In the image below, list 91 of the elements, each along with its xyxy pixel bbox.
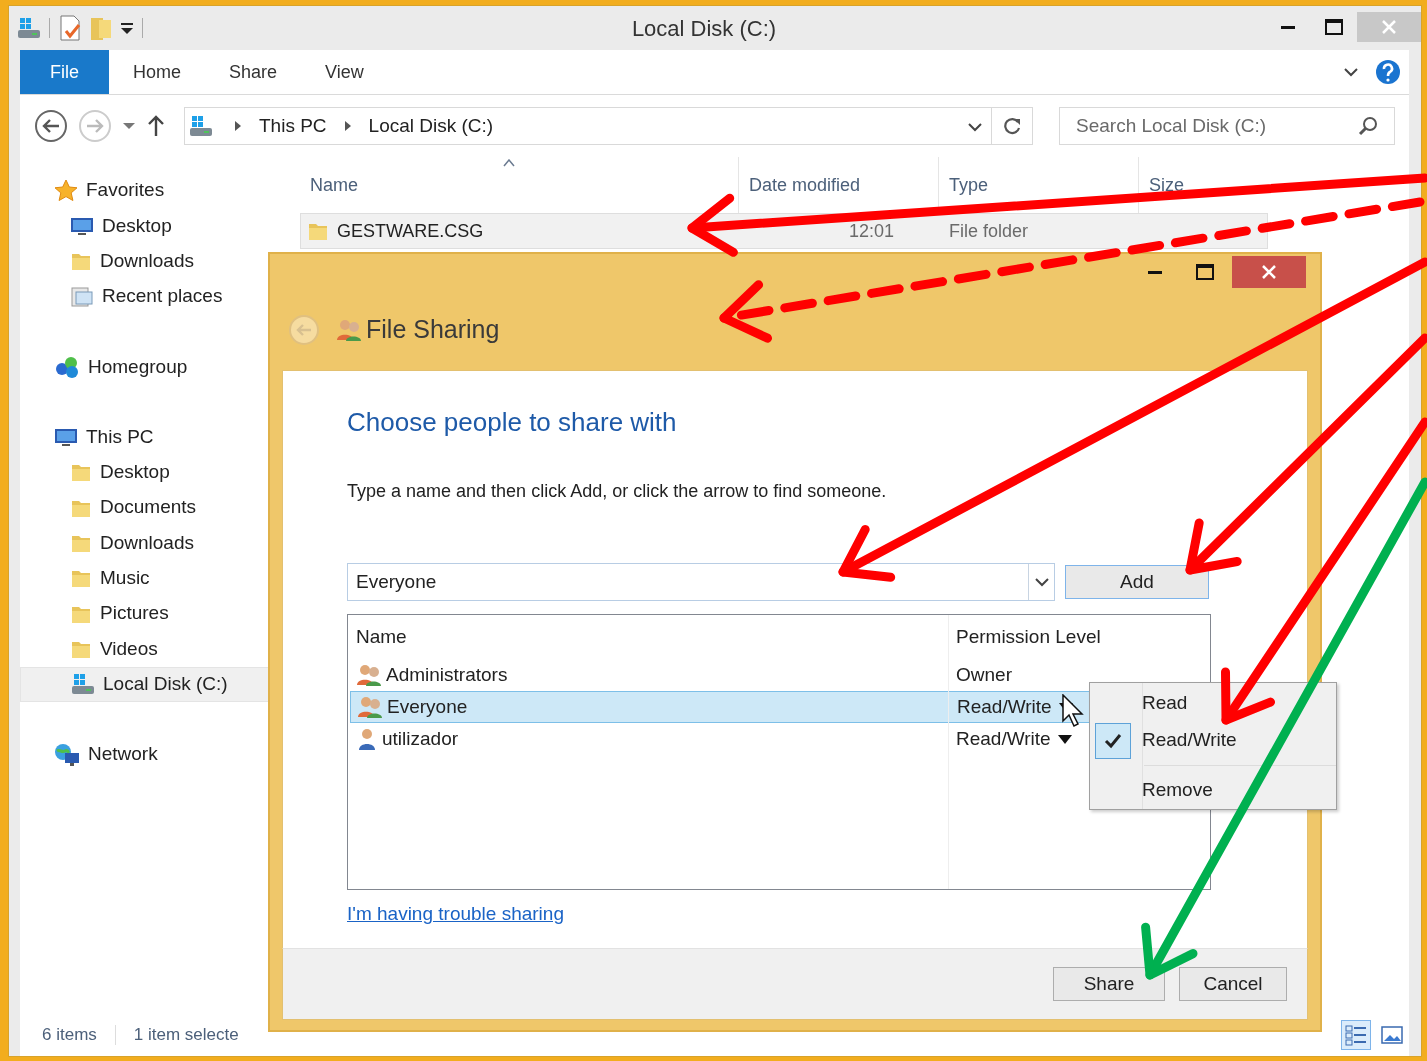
chevron-right-icon (342, 120, 353, 132)
minimize-icon (1148, 270, 1162, 274)
column-header[interactable]: Size (1149, 171, 1184, 199)
search-field[interactable]: Search Local Disk (C:) (1059, 107, 1395, 145)
maximize-icon (1325, 19, 1343, 35)
view-button[interactable] (1341, 1020, 1371, 1050)
sidebar-item[interactable]: Music (20, 560, 270, 596)
permission-row[interactable]: Everyone Read/Write (350, 691, 1092, 724)
sidebar-item[interactable]: Local Disk (C:) (20, 666, 270, 702)
thumbnail-view-icon (1380, 1025, 1404, 1045)
instruction-text: Type a name and then click Add, or click the arrow to find someone. (347, 480, 888, 504)
close-icon (1381, 19, 1397, 35)
up-arrow-icon[interactable] (146, 114, 166, 138)
back-icon[interactable] (34, 109, 68, 143)
menu-item[interactable]: Read/Write (1090, 722, 1336, 759)
ribbon-tab[interactable]: Share (205, 50, 302, 94)
chevron-right-icon (233, 120, 243, 132)
dropdown-icon[interactable] (120, 21, 134, 35)
help-icon[interactable] (1375, 59, 1401, 85)
add-button[interactable]: Add (1065, 565, 1209, 600)
people-icon (357, 695, 383, 720)
dialog-heading: Choose people to share with (347, 407, 678, 439)
ribbon-tab[interactable]: Home (109, 50, 206, 94)
close-icon (1261, 264, 1277, 280)
sidebar-item[interactable]: Downloads (20, 243, 270, 279)
search-icon (1358, 116, 1378, 136)
sidebar-item[interactable]: Desktop (20, 454, 270, 491)
dialog-button[interactable]: Cancel (1179, 967, 1287, 1001)
permission-level: Read/Write (957, 694, 1052, 719)
selection-count: 1 item selecte (133, 1024, 239, 1047)
user-name: utilizador (382, 726, 459, 751)
drive-icon (189, 115, 213, 137)
breadcrumb-item[interactable]: Local Disk (C:) (368, 111, 494, 141)
sidebar-item[interactable]: Documents (20, 490, 270, 526)
ribbon-tab[interactable]: View (301, 50, 388, 94)
menu-item[interactable]: Remove (1090, 772, 1336, 809)
mouse-cursor-icon (1062, 694, 1084, 728)
column-header[interactable]: Name (310, 171, 358, 199)
dialog-title: File Sharing (366, 314, 500, 346)
expand-ribbon-icon (1343, 66, 1359, 78)
column-header[interactable]: Date modified (749, 171, 861, 199)
drive-icon (71, 673, 95, 696)
close-button[interactable] (1232, 256, 1306, 288)
breadcrumb-item[interactable]: This PC (259, 111, 327, 141)
dialog-button[interactable]: Share (1053, 967, 1165, 1001)
address-field[interactable]: This PC Local Disk (C:) (184, 107, 992, 145)
monitor-icon (54, 426, 78, 449)
file-type: File folder (948, 219, 1030, 243)
people-icon (336, 318, 362, 342)
minimize-icon (1281, 25, 1295, 29)
sidebar-item[interactable]: Homegroup (20, 349, 270, 385)
circles-icon (54, 354, 80, 379)
drive-icon (17, 17, 41, 39)
person-icon (356, 727, 378, 752)
address-dropdown-icon (967, 120, 983, 133)
document-check-icon[interactable] (58, 15, 82, 41)
user-name: Administrators (386, 662, 508, 687)
documents-icon (70, 285, 94, 308)
people-icon (356, 663, 382, 688)
sidebar-item[interactable]: Pictures (20, 595, 270, 632)
dropdown-arrow-icon[interactable] (1056, 733, 1073, 746)
maximize-icon (1196, 264, 1214, 280)
sidebar-item[interactable]: Desktop (20, 208, 270, 244)
column-header[interactable]: Name (356, 622, 407, 652)
sidebar-item[interactable]: This PC (20, 419, 270, 455)
refresh-button[interactable] (991, 107, 1033, 145)
sort-caret-icon (503, 159, 515, 167)
checkmark-icon (1104, 732, 1122, 749)
sidebar-item[interactable]: Videos (20, 631, 270, 667)
sidebar-item[interactable]: Network (20, 736, 270, 773)
file-name: GESTWARE.CSG (337, 219, 484, 243)
item-count: 6 items (42, 1024, 97, 1047)
name-combobox[interactable]: Everyone (347, 563, 1055, 602)
help-link[interactable]: I'm having trouble sharing (347, 900, 564, 929)
sidebar-item[interactable]: Favorites (20, 173, 270, 209)
user-name: Everyone (387, 694, 468, 719)
star-icon (54, 178, 78, 203)
permission-level: Owner (956, 662, 1012, 687)
refresh-icon (1002, 116, 1022, 136)
ribbon-tab[interactable]: File (20, 50, 109, 94)
globe-icon (54, 742, 80, 767)
caret-icon[interactable] (122, 121, 136, 131)
details-view-icon (1344, 1024, 1368, 1046)
permission-level: Read/Write (956, 726, 1051, 751)
file-row[interactable]: GESTWARE.CSG 12:01 File folder (300, 213, 1268, 249)
column-header[interactable]: Permission Level (956, 622, 1101, 652)
sidebar-item[interactable]: Recent places (20, 278, 270, 315)
column-header[interactable]: Type (949, 171, 989, 199)
date-modified: 12:01 (848, 219, 896, 243)
window-title: Local Disk (C:) (631, 15, 777, 41)
sidebar-item[interactable]: Downloads (20, 525, 270, 561)
